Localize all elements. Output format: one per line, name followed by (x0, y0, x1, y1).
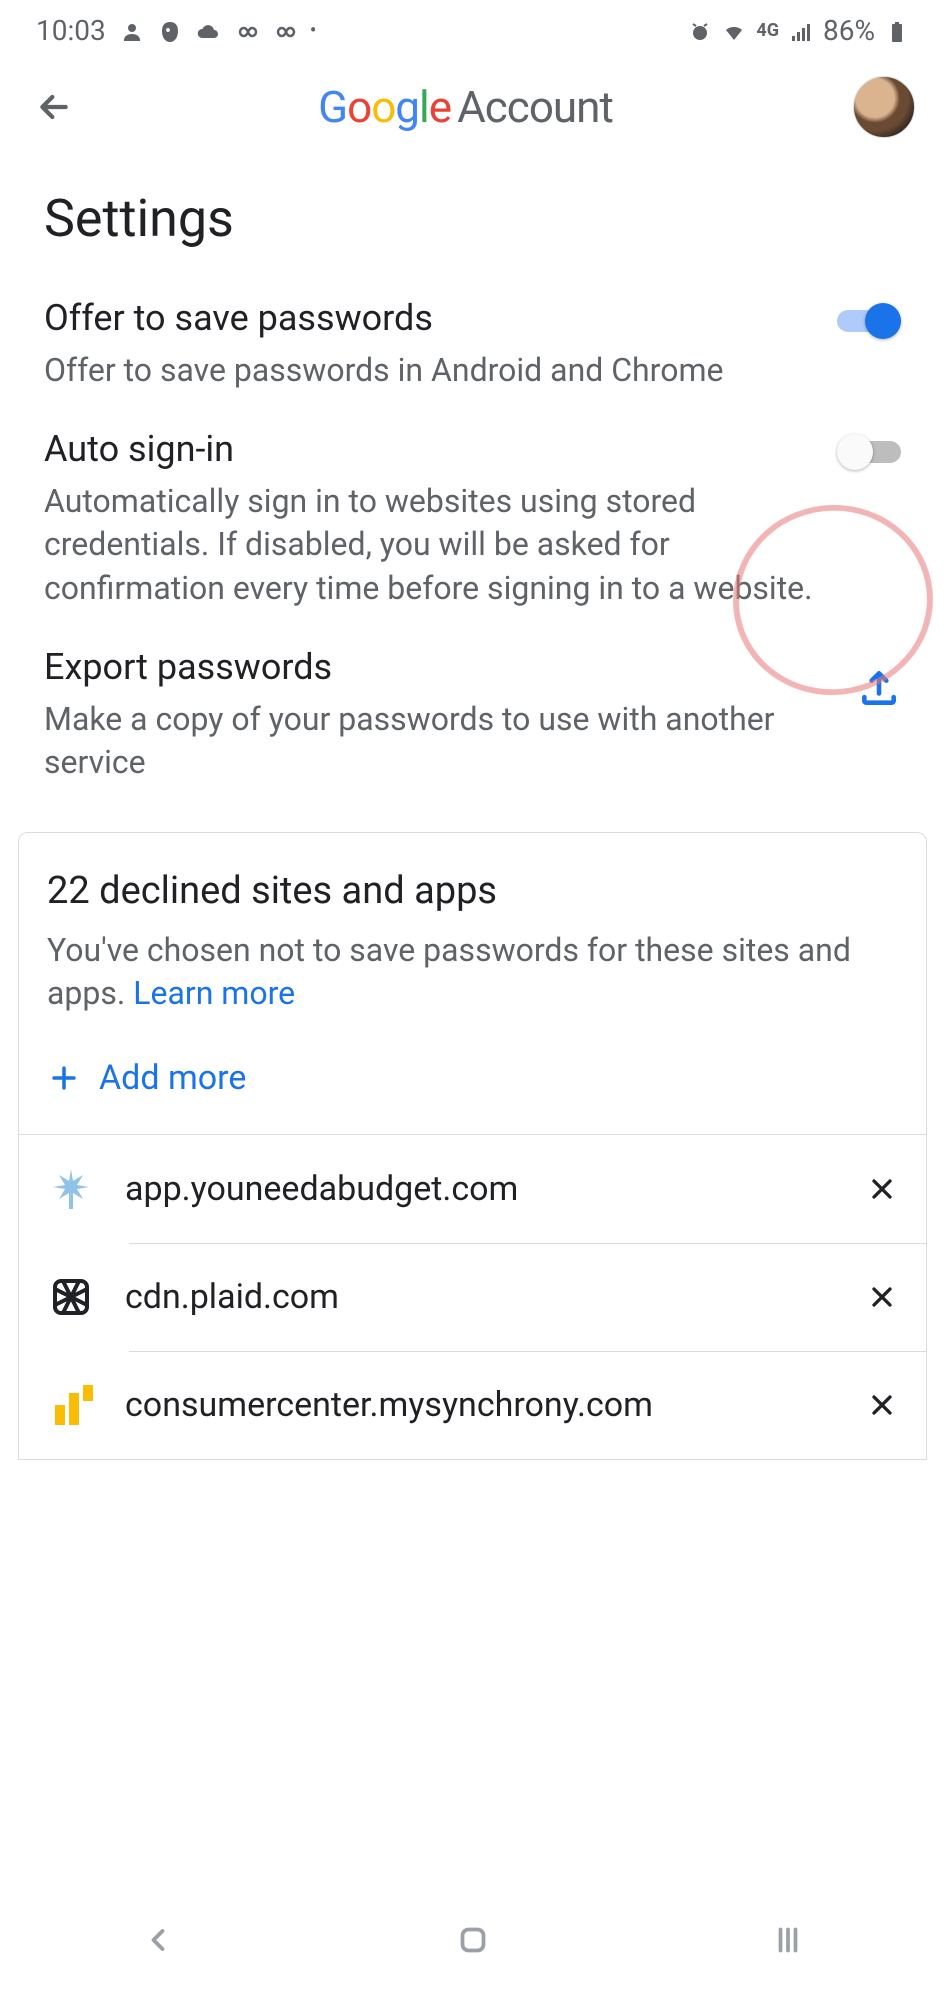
nav-back[interactable] (128, 1910, 188, 1970)
page-title: Settings (0, 168, 945, 279)
site-name[interactable]: consumercenter.mysynchrony.com (125, 1385, 836, 1425)
signal-icon (789, 18, 813, 42)
export-button[interactable] (857, 666, 901, 714)
site-name[interactable]: app.youneedabudget.com (125, 1169, 836, 1209)
infinity-icon (234, 18, 258, 42)
declined-card: 22 declined sites and apps You've chosen… (18, 832, 927, 1459)
app-header: GoogleAccount (0, 60, 945, 168)
site-name[interactable]: cdn.plaid.com (125, 1277, 836, 1317)
status-time: 10:03 (36, 14, 106, 47)
add-more-label: Add more (99, 1058, 246, 1098)
list-item: cdn.plaid.com (19, 1243, 926, 1351)
evernote-icon (158, 18, 182, 42)
dot-icon: • (310, 18, 317, 42)
offer-save-desc: Offer to save passwords in Android and C… (44, 349, 817, 392)
nav-home[interactable] (443, 1910, 503, 1970)
remove-button[interactable] (866, 1173, 898, 1205)
export-title: Export passwords (44, 646, 837, 688)
offer-save-title: Offer to save passwords (44, 297, 817, 339)
auto-signin-desc: Automatically sign in to websites using … (44, 480, 817, 610)
brand-account: Account (457, 81, 613, 133)
add-more-button[interactable]: Add more (19, 1026, 926, 1134)
page-brand: GoogleAccount (78, 81, 853, 133)
auto-signin-title: Auto sign-in (44, 428, 817, 470)
cloud-icon (196, 18, 220, 42)
plaid-icon (47, 1273, 95, 1321)
synchrony-icon (47, 1381, 95, 1429)
learn-more-link[interactable]: Learn more (133, 974, 295, 1012)
wifi-icon (722, 18, 746, 42)
status-bar: 10:03 • 4G 86% (0, 0, 945, 60)
ynab-icon (47, 1165, 95, 1213)
person-icon (120, 18, 144, 42)
remove-button[interactable] (866, 1389, 898, 1421)
status-left: 10:03 • (36, 14, 316, 47)
avatar[interactable] (853, 76, 915, 138)
infinity-icon-2 (272, 18, 296, 42)
export-desc: Make a copy of your passwords to use wit… (44, 698, 837, 784)
list-item: app.youneedabudget.com (19, 1135, 926, 1243)
network-label: 4G (756, 20, 779, 41)
export-passwords-row: Export passwords Make a copy of your pas… (0, 628, 945, 802)
battery-icon (885, 18, 909, 42)
back-button[interactable] (30, 83, 78, 131)
nav-recents[interactable] (758, 1910, 818, 1970)
declined-list: app.youneedabudget.com cdn.plaid.com con… (19, 1134, 926, 1459)
list-item: consumercenter.mysynchrony.com (19, 1351, 926, 1459)
declined-title: 22 declined sites and apps (47, 869, 898, 913)
remove-button[interactable] (866, 1281, 898, 1313)
offer-save-passwords-row: Offer to save passwords Offer to save pa… (0, 279, 945, 410)
declined-desc: You've chosen not to save passwords for … (47, 929, 898, 1015)
offer-save-toggle[interactable] (837, 303, 901, 339)
alarm-icon (688, 18, 712, 42)
auto-signin-row: Auto sign-in Automatically sign in to we… (0, 410, 945, 628)
status-right: 4G 86% (688, 14, 909, 47)
nav-bar (0, 1885, 945, 1995)
auto-signin-toggle[interactable] (837, 434, 901, 470)
battery-percent: 86% (823, 14, 875, 47)
